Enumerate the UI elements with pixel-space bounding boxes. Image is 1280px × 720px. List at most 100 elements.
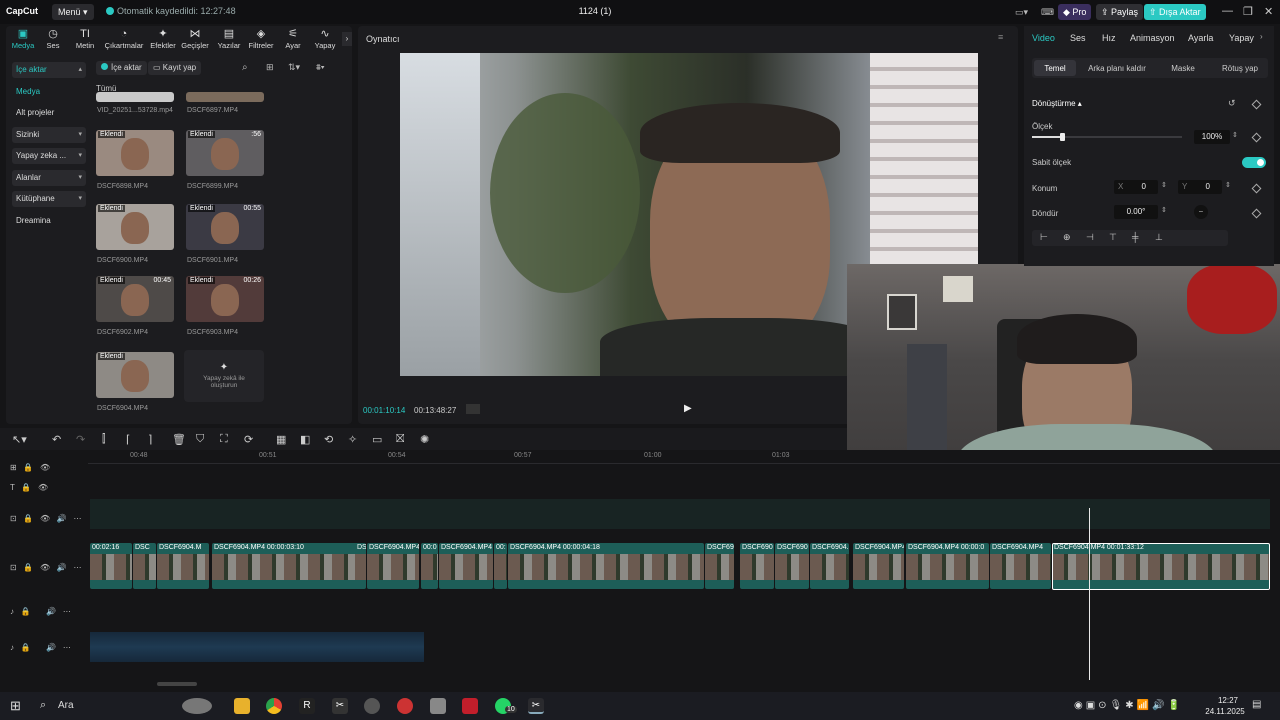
tab-yazılar[interactable]: ▤ Yazılar <box>212 28 246 50</box>
properties-subtab[interactable]: Maske <box>1154 64 1212 73</box>
share-button[interactable]: ⇪ Paylaş <box>1096 4 1144 20</box>
chevron-right-icon[interactable]: › <box>342 32 352 46</box>
side-nav-item[interactable]: Yapay zeka ... ▾ <box>12 148 86 164</box>
undo-icon[interactable]: ↶ <box>52 433 61 446</box>
align-bottom-icon[interactable]: ⊥ <box>1155 232 1163 243</box>
tab-çıkartmalar[interactable]: ◔ Çıkartmalar <box>102 28 146 50</box>
trim-left-icon[interactable]: ⌈ <box>126 433 130 446</box>
video-clip[interactable]: DSCF6904.MP4 <box>990 543 1051 589</box>
media-thumbnail[interactable]: Eklendi <box>96 352 174 398</box>
stepper-icon[interactable]: ⇕ <box>1225 181 1231 189</box>
video-clip[interactable]: DSCF6904.MP4 <box>439 543 493 589</box>
menu-button[interactable]: Menü ▾ <box>52 4 94 20</box>
clock-time[interactable]: 12:27 <box>1206 696 1250 705</box>
side-nav-item[interactable]: İçe aktar ▴ <box>12 62 86 78</box>
file-explorer-icon[interactable] <box>234 698 250 714</box>
tab-efektler[interactable]: ✦ Efektler <box>146 28 180 50</box>
widget-icon[interactable] <box>182 698 212 714</box>
video-clip[interactable]: 00:0 <box>421 543 438 589</box>
properties-subtab[interactable]: Arka planı kaldır <box>1084 64 1150 73</box>
tab-medya[interactable]: ▣ Medya <box>6 28 40 50</box>
media-thumbnail[interactable]: Eklendi 00:45 <box>96 276 174 322</box>
taskbar-search[interactable]: Ara <box>58 700 74 711</box>
playhead[interactable] <box>1089 508 1090 680</box>
properties-subtab[interactable]: Rötuş yap <box>1212 64 1268 73</box>
selected-clip-outline[interactable] <box>1052 543 1270 590</box>
scale-slider-handle[interactable] <box>1060 133 1065 141</box>
waveform-icon[interactable] <box>466 404 480 414</box>
grid-view-icon[interactable]: ⊞ <box>266 62 274 73</box>
shortcut-icon[interactable]: ⌨ <box>1036 4 1059 20</box>
video-clip[interactable]: DSCF6904. <box>810 543 849 589</box>
app-icon[interactable] <box>397 698 413 714</box>
video-clip[interactable]: 00:02:16 <box>90 543 132 589</box>
search-icon[interactable]: ⌕ <box>242 62 248 73</box>
scale-slider[interactable] <box>1032 133 1182 141</box>
media-thumbnail[interactable] <box>186 92 264 102</box>
voicemeeter-icon[interactable] <box>462 698 478 714</box>
speed-icon[interactable]: ⟳ <box>244 433 253 446</box>
tab-ayar[interactable]: ⚟ Ayar <box>276 28 310 50</box>
mirror-icon[interactable]: ◧ <box>300 433 310 446</box>
scale-field[interactable]: 100% <box>1194 130 1230 144</box>
sort-icon[interactable]: ⇅▾ <box>288 62 300 73</box>
resize-icon[interactable]: ⛝ <box>396 433 404 446</box>
magic-icon[interactable]: ✧ <box>348 433 357 446</box>
timeline-scrollbar[interactable] <box>157 682 197 686</box>
overlay-track[interactable] <box>90 499 1270 529</box>
video-clip[interactable]: DSCF6904.M <box>157 543 209 589</box>
video-clip[interactable]: DSCF6904.MP4 00:00:03:10 <box>212 543 362 589</box>
align-left-icon[interactable]: ⊢ <box>1040 232 1048 243</box>
keyframe-icon[interactable] <box>1251 208 1262 219</box>
shield-icon[interactable]: ⛉ <box>196 433 204 446</box>
media-thumbnail[interactable]: Eklendi:56 <box>186 130 264 176</box>
keyframe-icon[interactable] <box>1251 183 1262 194</box>
properties-tab[interactable]: Ses <box>1070 33 1086 43</box>
close-icon[interactable]: ✕ <box>1264 5 1273 18</box>
properties-tab[interactable]: Hız <box>1102 33 1116 43</box>
properties-subtab[interactable]: Temel <box>1034 64 1076 73</box>
tab-geçişler[interactable]: ⋈ Geçişler <box>178 28 212 50</box>
ai-icon[interactable]: ✺ <box>420 433 429 446</box>
play-icon[interactable]: ▶ <box>684 403 692 414</box>
video-clip[interactable]: DSCF690 <box>705 543 734 589</box>
properties-tab[interactable]: Video <box>1032 33 1055 43</box>
stepper-icon[interactable]: ⇕ <box>1161 181 1167 189</box>
tab-yapay[interactable]: ∿ Yapay <box>308 28 342 50</box>
select-icon[interactable]: ↖▾ <box>12 433 27 446</box>
export-button[interactable]: ⇧ Dışa Aktar <box>1144 4 1206 20</box>
trim-right-icon[interactable]: ⌉ <box>148 433 152 446</box>
whatsapp-icon[interactable]: 10 <box>495 698 517 714</box>
media-thumbnail[interactable]: Eklendi <box>96 130 174 176</box>
video-clip[interactable]: DSCF6904.MP4 <box>367 543 419 589</box>
video-clip[interactable]: DSCF6904.MP4 00:00:04:18 <box>508 543 704 589</box>
tray-icons[interactable]: ◉▣⊙🎙✱📶🔊🔋 <box>1074 700 1183 711</box>
rotate-icon[interactable]: ⟲ <box>324 433 333 446</box>
video-clip[interactable]: DSCF6904.MP4 00:00:0 <box>906 543 989 589</box>
position-y-field[interactable]: Y0 <box>1178 180 1222 194</box>
freeze-icon[interactable]: ▦ <box>276 433 286 446</box>
properties-tab[interactable]: Animasyon <box>1130 33 1175 43</box>
capcut-active-icon[interactable]: ✂ <box>528 698 544 714</box>
side-nav-item[interactable]: Sizinki ▾ <box>12 126 86 143</box>
mic-app-icon[interactable] <box>430 698 446 714</box>
maximize-icon[interactable]: ❐ <box>1243 5 1253 18</box>
layout-icon[interactable]: ▭▾ <box>1010 4 1033 20</box>
pro-button[interactable]: ◆ Pro <box>1058 4 1092 20</box>
video-clip[interactable]: DSCF690 <box>740 543 774 589</box>
notification-icon[interactable]: ▤ <box>1252 699 1261 710</box>
media-thumbnail[interactable] <box>96 92 174 102</box>
record-button[interactable]: ▭ Kayıt yap <box>148 61 202 75</box>
tab-filtreler[interactable]: ◈ Filtreler <box>244 28 278 50</box>
ai-create-card[interactable]: ✦ Yapay zekâ ile oluşturun <box>184 350 264 402</box>
position-x-field[interactable]: X0 <box>1114 180 1158 194</box>
align-right-icon[interactable]: ⊣ <box>1086 232 1094 243</box>
media-thumbnail[interactable]: Eklendi <box>96 204 174 250</box>
side-nav-item[interactable]: Dreamina <box>12 213 86 229</box>
properties-tab[interactable]: Yapay <box>1229 33 1254 43</box>
tab-metin[interactable]: TI Metin <box>68 28 102 50</box>
audio-clip[interactable] <box>90 632 424 662</box>
delete-icon[interactable]: 🗑 <box>172 433 186 446</box>
video-clip[interactable]: 00: <box>494 543 507 589</box>
chrome-icon[interactable] <box>266 698 282 714</box>
